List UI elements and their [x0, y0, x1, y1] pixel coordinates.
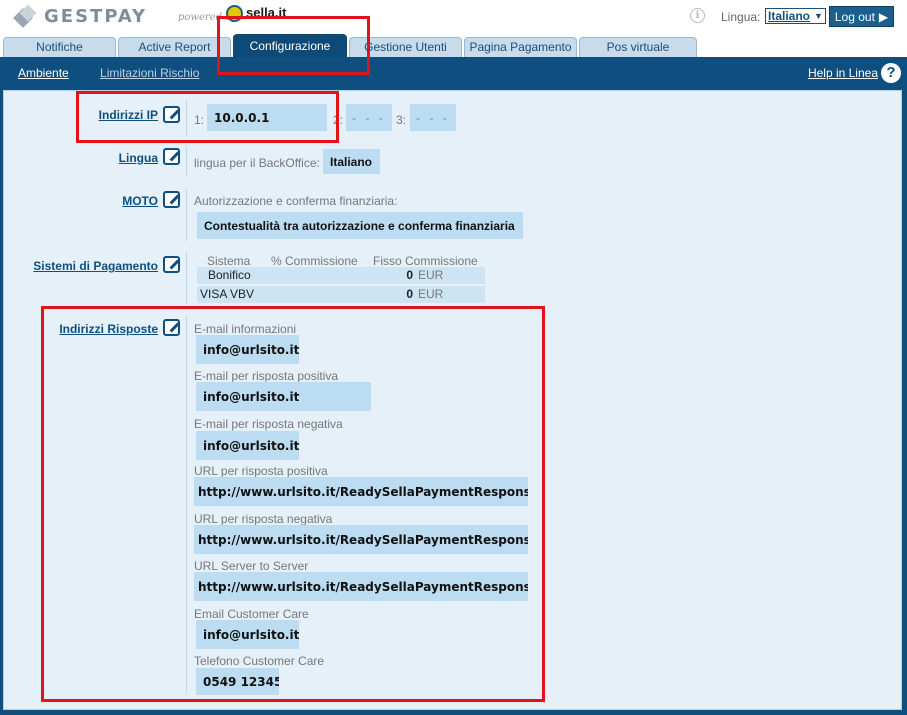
- lingua-desc: lingua per il BackOffice:: [194, 156, 320, 170]
- tab-notifiche[interactable]: Notifiche: [3, 37, 116, 57]
- edit-icon[interactable]: [163, 148, 180, 165]
- logout-button[interactable]: Log out ▶: [829, 6, 894, 27]
- moto-desc: Autorizzazione e conferma finanziaria:: [194, 194, 398, 208]
- moto-link[interactable]: MOTO: [80, 194, 158, 208]
- logout-label: Log out: [834, 9, 875, 24]
- tab-pagina-pagamento[interactable]: Pagina Pagamento: [464, 37, 577, 57]
- cell-valuta: EUR: [418, 287, 444, 301]
- moto-value: Contestualità tra autorizzazione e confe…: [197, 212, 523, 239]
- info-icon[interactable]: i: [690, 8, 705, 23]
- tab-pos-virtuale[interactable]: Pos virtuale: [579, 37, 697, 57]
- lingua-link[interactable]: Lingua: [80, 151, 158, 165]
- col-commissione-header: % Commissione: [271, 254, 358, 268]
- help-link[interactable]: Help in Linea ?: [808, 63, 901, 83]
- language-select-value: Italiano: [768, 9, 811, 23]
- gestpay-logo-icon: [13, 4, 38, 28]
- chevron-down-icon: ▼: [814, 11, 823, 21]
- play-arrow-icon: ▶: [878, 9, 889, 24]
- header: GESTPAY powered by sella.it i Lingua: It…: [0, 0, 907, 34]
- help-icon: ?: [881, 63, 901, 83]
- main-tabs: Notifiche Active Report Configurazione G…: [0, 34, 907, 57]
- help-label: Help in Linea: [807, 66, 878, 80]
- highlight-configurazione-tab: [217, 16, 370, 75]
- subnav: Ambiente Limitazioni Rischio: [18, 66, 227, 80]
- col-sistema-header: Sistema: [207, 254, 251, 268]
- sistemi-pagamento-link[interactable]: Sistemi di Pagamento: [20, 259, 158, 273]
- logo-text: GESTPAY: [44, 5, 148, 27]
- cell-sistema: Bonifico: [208, 268, 251, 282]
- ip-slot-3-value: - - -: [410, 104, 456, 131]
- cell-sistema: VISA VBV: [200, 287, 255, 301]
- highlight-indirizzi-ip: [76, 91, 339, 143]
- lingua-value: Italiano: [323, 149, 380, 174]
- ip-slot-2-value: - - -: [346, 104, 392, 131]
- edit-icon[interactable]: [163, 191, 180, 208]
- highlight-indirizzi-risposte: [41, 306, 545, 702]
- gestpay-logo: GESTPAY: [13, 4, 148, 28]
- subnav-ambiente[interactable]: Ambiente: [18, 66, 69, 80]
- cell-valuta: EUR: [418, 268, 444, 282]
- cell-fisso: 0: [406, 287, 413, 301]
- table-row: Bonifico 0 EUR: [197, 267, 485, 284]
- ip-slot-3-num: 3:: [396, 113, 407, 127]
- edit-icon[interactable]: [163, 256, 180, 273]
- divider: [186, 146, 187, 176]
- language-label: Lingua:: [721, 10, 761, 24]
- cell-fisso: 0: [406, 268, 413, 282]
- divider: [186, 189, 187, 241]
- divider: [186, 252, 187, 304]
- col-fisso-header: Fisso Commissione: [373, 254, 478, 268]
- language-select[interactable]: Italiano ▼: [765, 8, 826, 24]
- tab-active-report[interactable]: Active Report: [118, 37, 231, 57]
- subnav-limitazioni-rischio[interactable]: Limitazioni Rischio: [100, 66, 199, 80]
- table-row: VISA VBV 0 EUR: [197, 286, 485, 303]
